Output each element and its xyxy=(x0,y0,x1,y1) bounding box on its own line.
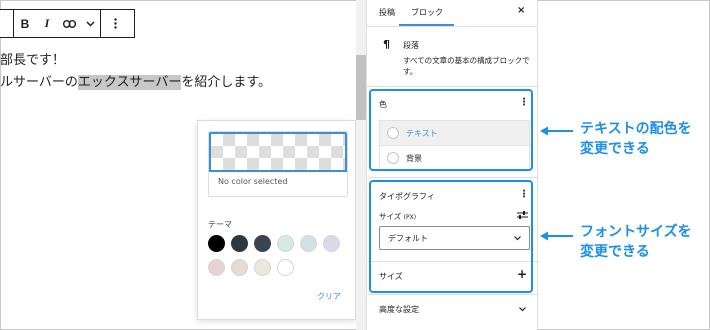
color-swatch[interactable] xyxy=(277,235,294,252)
theme-color-palette xyxy=(208,235,352,276)
link-button[interactable] xyxy=(58,10,80,37)
chevron-down-icon[interactable] xyxy=(519,307,526,312)
italic-button[interactable]: I xyxy=(36,10,58,37)
sidebar-tabs: 投稿 ブロック × xyxy=(367,0,537,27)
no-color-selected-text: No color selected xyxy=(218,177,288,186)
toolbar-left-edge xyxy=(0,10,13,37)
chevron-down-icon xyxy=(85,20,95,27)
theme-palette-label: テーマ xyxy=(208,220,232,229)
bold-button[interactable]: B xyxy=(14,10,36,37)
tab-block[interactable]: ブロック xyxy=(411,7,443,18)
font-annotation: フォントサイズを 変更できる xyxy=(580,224,692,260)
divider xyxy=(367,294,539,295)
text-after-highlight: を紹介します。 xyxy=(181,75,272,90)
paragraph-block[interactable]: 部長です！ ルサーバーのエックスサーバーを紹介します。 xyxy=(0,50,271,94)
divider xyxy=(367,177,539,178)
color-picker-popover: No color selected テーマ クリア xyxy=(197,120,356,320)
color-swatch[interactable] xyxy=(231,259,248,276)
current-color-preview[interactable]: No color selected xyxy=(208,131,348,197)
color-swatch[interactable] xyxy=(208,259,225,276)
typography-section-highlight xyxy=(369,180,533,293)
arrow-left-icon xyxy=(540,126,573,136)
arrow-left-icon xyxy=(540,231,573,241)
color-swatch[interactable] xyxy=(254,259,271,276)
color-section-highlight xyxy=(369,89,533,171)
paragraph-line-1: 部長です！ xyxy=(0,53,66,68)
block-title: 段落 xyxy=(403,41,419,50)
block-toolbar: B I xyxy=(0,9,135,38)
selected-text: エックスサーバー xyxy=(77,75,182,90)
more-formats-button[interactable] xyxy=(80,10,100,37)
divider xyxy=(367,86,539,87)
close-icon[interactable]: × xyxy=(517,5,525,16)
advanced-settings-label[interactable]: 高度な設定 xyxy=(379,304,419,315)
transparent-swatch xyxy=(209,132,347,172)
paragraph-line-2: ルサーバーのエックスサーバーを紹介します。 xyxy=(0,72,271,94)
editor-scrollbar[interactable] xyxy=(356,0,366,330)
color-swatch[interactable] xyxy=(277,259,294,276)
more-vertical-icon xyxy=(113,18,117,29)
color-swatch[interactable] xyxy=(254,235,271,252)
color-swatch[interactable] xyxy=(208,235,225,252)
color-swatch[interactable] xyxy=(231,235,248,252)
color-swatch[interactable] xyxy=(323,235,340,252)
block-description: すべての文章の基本の構成ブロックです。 xyxy=(403,56,530,76)
color-annotation: テキストの配色を 変更できる xyxy=(580,121,692,157)
active-tab-indicator xyxy=(399,24,454,26)
paragraph-block-icon: ¶ xyxy=(383,38,390,51)
text-before-highlight: ルサーバーの xyxy=(0,75,78,90)
tab-post[interactable]: 投稿 xyxy=(379,7,395,18)
color-swatch[interactable] xyxy=(300,235,317,252)
options-button[interactable] xyxy=(101,10,129,37)
clear-color-button[interactable]: クリア xyxy=(317,291,341,302)
link-icon xyxy=(62,19,76,28)
scrollbar-thumb[interactable] xyxy=(356,55,366,120)
